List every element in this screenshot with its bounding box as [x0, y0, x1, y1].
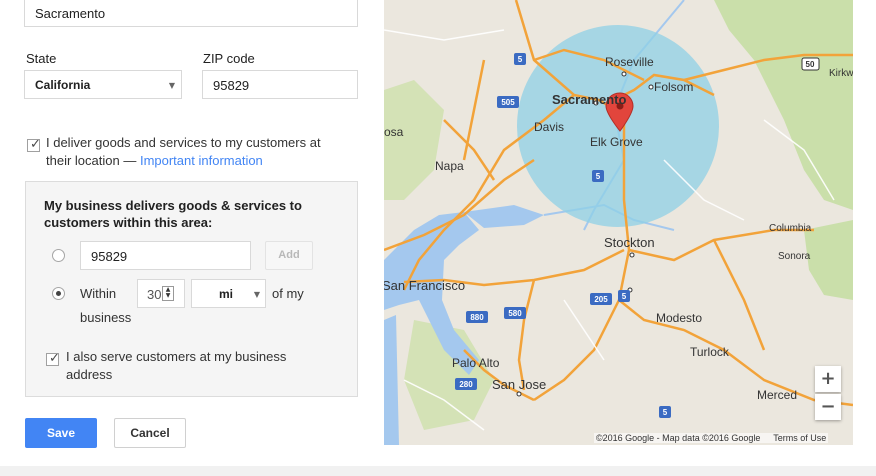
- svg-text:5: 5: [518, 55, 523, 64]
- interstate-shield-icon: 5: [514, 53, 526, 65]
- zip-area-radio[interactable]: [52, 249, 65, 262]
- add-button[interactable]: Add: [265, 241, 313, 270]
- place-elk-grove: Elk Grove: [590, 135, 643, 149]
- place-napa: Napa: [435, 159, 464, 173]
- page-scrollbar[interactable]: [866, 0, 876, 466]
- within-label: Within: [80, 286, 117, 301]
- area-zip-input-value: 95829: [91, 249, 128, 264]
- svg-text:50: 50: [806, 60, 815, 69]
- place-davis: Davis: [534, 120, 564, 134]
- business-label: business: [80, 310, 132, 325]
- svg-text:580: 580: [508, 309, 522, 318]
- place-kirkwood: Kirkw: [829, 68, 853, 79]
- stepper-arrows-icon[interactable]: ▲ ▼: [162, 286, 174, 301]
- interstate-shield-icon: 505: [497, 96, 519, 108]
- page-footer-bar: [0, 466, 876, 476]
- radio-selected-dot: [56, 291, 61, 296]
- place-modesto: Modesto: [656, 311, 702, 325]
- radius-value: 30: [147, 287, 162, 302]
- attribution-text: ©2016 Google - Map data ©2016 Google: [596, 433, 761, 443]
- svg-text:280: 280: [459, 380, 473, 389]
- interstate-shield-icon: 880: [466, 311, 488, 323]
- zoom-out-button[interactable]: −: [815, 394, 841, 420]
- place-rosa: osa: [384, 125, 404, 139]
- unit-select[interactable]: mi ▼: [191, 279, 266, 308]
- place-stockton: Stockton: [604, 235, 655, 250]
- checkmark-icon: ✓: [30, 137, 41, 152]
- svg-text:880: 880: [470, 313, 484, 322]
- deliver-checkbox-label: I deliver goods and services to my custo…: [46, 134, 346, 170]
- zip-label: ZIP code: [203, 51, 255, 66]
- service-area-heading: My business delivers goods & services to…: [44, 198, 302, 230]
- interstate-shield-icon: 205: [590, 293, 612, 305]
- state-select[interactable]: California ▼: [24, 70, 182, 99]
- state-select-value: California: [35, 78, 91, 92]
- important-information-link[interactable]: Important information: [140, 153, 263, 168]
- svg-text:5: 5: [596, 172, 601, 181]
- checkmark-icon: ✓: [49, 351, 60, 366]
- route-shield-icon: 50: [801, 57, 820, 71]
- state-label: State: [26, 51, 57, 66]
- place-san-francisco: San Francisco: [384, 278, 465, 293]
- svg-text:5: 5: [663, 408, 668, 417]
- interstate-shield-icon: 5: [659, 406, 671, 418]
- area-zip-input[interactable]: 95829: [80, 241, 251, 270]
- interstate-shield-icon: 5: [592, 170, 604, 182]
- interstate-shield-icon: 5: [618, 290, 630, 302]
- place-sacramento: Sacramento: [552, 92, 626, 107]
- map-attribution: ©2016 Google - Map data ©2016 Google Ter…: [594, 433, 829, 443]
- radius-stepper[interactable]: 30 ▲ ▼: [137, 279, 185, 308]
- unit-select-value: mi: [219, 287, 234, 301]
- place-sonora: Sonora: [778, 251, 811, 262]
- place-roseville: Roseville: [605, 55, 654, 69]
- chevron-down-icon: ▼: [168, 81, 175, 90]
- city-input[interactable]: Sacramento: [24, 0, 358, 27]
- svg-text:505: 505: [501, 98, 515, 107]
- place-merced: Merced: [757, 388, 797, 402]
- city-input-value: Sacramento: [35, 6, 106, 21]
- service-area-map[interactable]: Roseville Sacramento Folsom Davis Elk Gr…: [384, 0, 853, 445]
- terms-of-use-link[interactable]: Terms of Use: [773, 433, 826, 443]
- also-serve-label: I also serve customers at my business ad…: [66, 349, 287, 382]
- place-san-jose: San Jose: [492, 377, 546, 392]
- of-my-label: of my: [272, 286, 304, 301]
- place-folsom: Folsom: [654, 80, 693, 94]
- save-button[interactable]: Save: [25, 418, 97, 448]
- map-canvas: Roseville Sacramento Folsom Davis Elk Gr…: [384, 0, 853, 445]
- chevron-down-icon: ▼: [253, 290, 260, 299]
- also-serve-checkbox[interactable]: ✓: [46, 351, 60, 366]
- place-columbia: Columbia: [769, 223, 812, 234]
- place-palo-alto: Palo Alto: [452, 356, 500, 370]
- svg-text:5: 5: [622, 292, 627, 301]
- interstate-shield-icon: 580: [504, 307, 526, 319]
- cancel-button[interactable]: Cancel: [114, 418, 186, 448]
- place-turlock: Turlock: [690, 345, 730, 359]
- deliver-checkbox[interactable]: ✓: [27, 137, 41, 152]
- interstate-shield-icon: 280: [455, 378, 477, 390]
- svg-text:205: 205: [594, 295, 608, 304]
- radius-radio[interactable]: [52, 287, 65, 300]
- zip-input[interactable]: 95829: [202, 70, 358, 99]
- zoom-in-button[interactable]: +: [815, 366, 841, 392]
- zip-input-value: 95829: [213, 78, 250, 93]
